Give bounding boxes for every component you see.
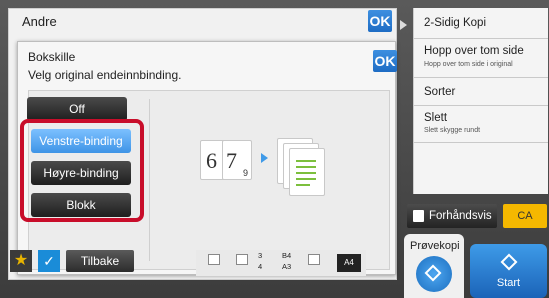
tray-number: 4 xyxy=(258,262,263,271)
page-number-right: 7 xyxy=(226,148,237,173)
tray-size: A3 xyxy=(282,262,292,271)
doc-line xyxy=(296,172,316,174)
tray-size: B4 xyxy=(282,251,292,260)
menu-item-label: Slett xyxy=(424,112,448,124)
menu-item-sublabel: Slett skygge rundt xyxy=(424,127,481,134)
right-menu: 2-Sidig Kopi Hopp over tom side Hopp ove… xyxy=(413,8,548,194)
dialog-ok-button[interactable]: OK xyxy=(373,50,397,72)
page-number-small: 9 xyxy=(243,168,249,178)
page-title: Andre xyxy=(22,14,57,29)
preview-icon xyxy=(413,210,424,222)
off-button[interactable]: Off xyxy=(27,97,127,121)
check-icon[interactable]: ✓ xyxy=(38,250,60,272)
ok-button[interactable]: OK xyxy=(368,10,392,32)
paper-size-badge: A4 xyxy=(337,254,361,272)
arrow-icon xyxy=(261,153,268,163)
proof-copy-button[interactable] xyxy=(416,256,452,292)
dialog-subtitle: Velg original endeinnbinding. xyxy=(28,68,182,82)
play-icon xyxy=(400,20,407,30)
tray-icon xyxy=(236,254,248,265)
tray-icon xyxy=(308,254,320,265)
tray-icon xyxy=(208,254,220,265)
menu-item-duplex[interactable]: 2-Sidig Kopi xyxy=(414,8,548,39)
start-button[interactable]: Start xyxy=(470,244,547,298)
clear-all-button[interactable]: CA xyxy=(503,204,547,228)
doc-line xyxy=(296,160,316,162)
doc-line xyxy=(296,184,310,186)
preview-button[interactable]: Forhåndsvis xyxy=(407,204,497,228)
favorite-star-icon[interactable]: ★ xyxy=(10,250,32,272)
menu-item-skip-blank[interactable]: Hopp over tom side Hopp over tom side i … xyxy=(414,39,548,78)
menu-item-label: Sorter xyxy=(424,86,456,98)
divider xyxy=(149,99,150,261)
highlight-frame xyxy=(20,119,144,222)
start-label: Start xyxy=(496,277,521,289)
menu-item-sort[interactable]: Sorter xyxy=(414,78,548,106)
preview-label: Forhåndsvis xyxy=(429,210,492,222)
start-icon xyxy=(500,253,518,271)
menu-item-sublabel: Hopp over tom side i original xyxy=(424,61,513,68)
menu-item-label: Hopp over tom side xyxy=(424,45,524,57)
back-button[interactable]: Tilbake xyxy=(66,250,134,272)
menu-item-label: 2-Sidig Kopi xyxy=(424,17,487,29)
menu-item-erase[interactable]: Slett Slett skygge rundt xyxy=(414,106,548,143)
dialog-title: Bokskille xyxy=(28,50,76,64)
doc-line xyxy=(296,166,316,168)
tray-number: 3 xyxy=(258,251,263,260)
page-number-left: 6 xyxy=(206,148,217,173)
doc-line xyxy=(296,178,316,180)
proof-copy-label: Prøvekopi xyxy=(410,240,460,252)
